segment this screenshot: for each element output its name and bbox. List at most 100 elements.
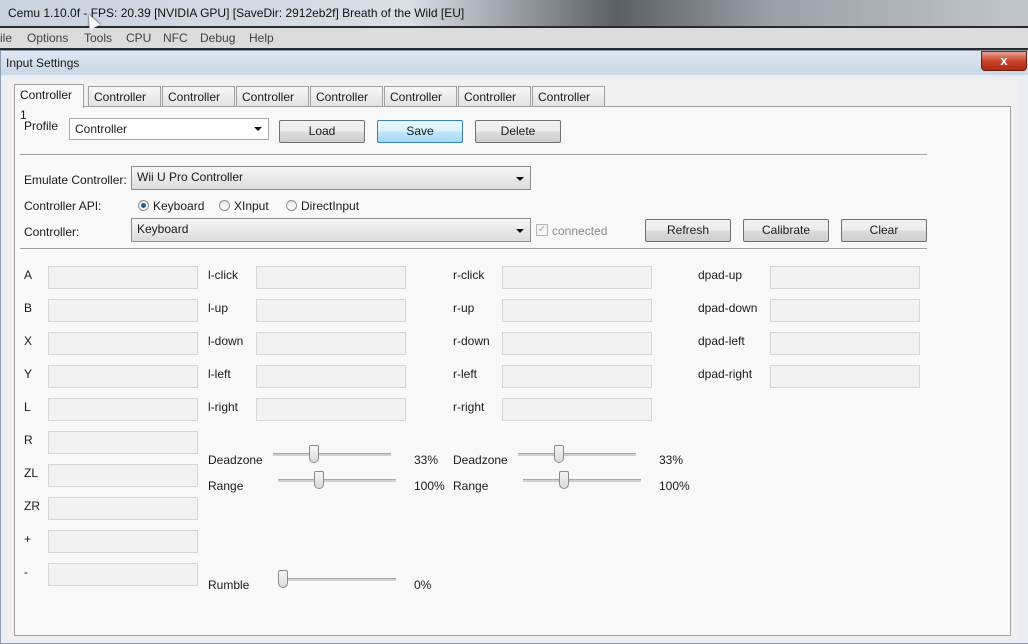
mapping-field-r-right[interactable]	[502, 398, 652, 421]
mapping-field-a[interactable]	[48, 266, 198, 289]
clear-button[interactable]: Clear	[841, 219, 927, 242]
right-range-slider-thumb[interactable]	[559, 471, 569, 489]
mapping-field-zl[interactable]	[48, 464, 198, 487]
menu-nfc[interactable]: NFC	[163, 31, 188, 45]
refresh-button[interactable]: Refresh	[645, 219, 731, 242]
mapping-field-l-up[interactable]	[256, 299, 406, 322]
close-button[interactable]: x	[981, 51, 1027, 71]
label-zl: ZL	[24, 466, 39, 480]
separator	[20, 154, 927, 156]
left-deadzone-slider-track[interactable]	[273, 453, 391, 456]
label-r-down: r-down	[453, 334, 490, 348]
right-range-value: 100%	[659, 479, 690, 493]
label-b: B	[24, 301, 33, 315]
profile-combobox[interactable]: Controller	[69, 118, 269, 140]
mapping-field-r-click[interactable]	[502, 266, 652, 289]
radio-directinput-label[interactable]: DirectInput	[301, 199, 359, 213]
emulate-controller-combobox[interactable]: Wii U Pro Controller	[131, 166, 531, 190]
dialog-panel: Controller 1 Controller 2 Controller 3 C…	[7, 80, 1019, 640]
radio-keyboard-label[interactable]: Keyboard	[153, 199, 204, 213]
left-range-slider-track[interactable]	[278, 479, 396, 482]
tab-controller-6[interactable]: Controller 6	[384, 86, 457, 124]
connected-checkbox: ✓	[536, 224, 548, 236]
rumble-slider-thumb[interactable]	[278, 570, 288, 588]
left-deadzone-slider-thumb[interactable]	[309, 445, 319, 463]
label-l-click: l-click	[208, 268, 238, 282]
mapping-field-dpad-right[interactable]	[770, 365, 920, 388]
radio-xinput-label[interactable]: XInput	[234, 199, 269, 213]
mapping-field-l-right[interactable]	[256, 398, 406, 421]
mapping-field-l-left[interactable]	[256, 365, 406, 388]
label-l-left: l-left	[208, 367, 231, 381]
controller-value: Keyboard	[137, 222, 189, 236]
menu-debug[interactable]: Debug	[200, 31, 235, 45]
label-r-click: r-click	[453, 268, 485, 282]
mapping-field-dpad-left[interactable]	[770, 332, 920, 355]
label-plus: +	[24, 532, 32, 546]
mapping-field-r-down[interactable]	[502, 332, 652, 355]
mapping-field-zr[interactable]	[48, 497, 198, 520]
right-deadzone-label: Deadzone	[453, 453, 508, 467]
mapping-field-l[interactable]	[48, 398, 198, 421]
dialog-title-bar[interactable]: Input Settings x	[1, 51, 1028, 75]
tab-controller-4[interactable]: Controller 4	[236, 86, 309, 124]
label-a: A	[24, 268, 33, 282]
mapping-field-dpad-down[interactable]	[770, 299, 920, 322]
tab-controller-7[interactable]: Controller 7	[458, 86, 531, 124]
right-deadzone-slider-thumb[interactable]	[554, 445, 564, 463]
chevron-down-icon	[516, 177, 524, 181]
rumble-label: Rumble	[208, 578, 250, 592]
controller-label: Controller:	[24, 225, 80, 239]
mapping-field-x[interactable]	[48, 332, 198, 355]
mapping-field-b[interactable]	[48, 299, 198, 322]
app-title: Cemu 1.10.0f - FPS: 20.39 [NVIDIA GPU] […	[8, 6, 465, 20]
radio-keyboard[interactable]	[138, 200, 149, 211]
mapping-field-r-left[interactable]	[502, 365, 652, 388]
mapping-field-minus[interactable]	[48, 563, 198, 586]
left-range-slider-thumb[interactable]	[314, 471, 324, 489]
radio-xinput[interactable]	[219, 200, 230, 211]
chevron-down-icon	[254, 127, 262, 131]
mapping-field-y[interactable]	[48, 365, 198, 388]
mapping-field-l-down[interactable]	[256, 332, 406, 355]
separator	[20, 248, 927, 250]
calibrate-button[interactable]: Calibrate	[743, 219, 829, 242]
rumble-slider-track[interactable]	[278, 578, 396, 581]
tab-controller-3[interactable]: Controller 3	[162, 86, 235, 124]
tab-controller-8[interactable]: Controller 8	[532, 86, 605, 124]
menu-options[interactable]: Options	[27, 31, 68, 45]
save-button[interactable]: Save	[377, 120, 463, 143]
left-deadzone-label: Deadzone	[208, 453, 263, 467]
label-l-down: l-down	[208, 334, 244, 348]
right-deadzone-value: 33%	[659, 453, 684, 467]
mapping-field-r-up[interactable]	[502, 299, 652, 322]
mapping-field-r[interactable]	[48, 431, 198, 454]
menu-help[interactable]: Help	[249, 31, 274, 45]
label-r: R	[24, 433, 33, 447]
label-zr: ZR	[24, 499, 40, 513]
tab-controller-5[interactable]: Controller 5	[310, 86, 383, 124]
mapping-field-l-click[interactable]	[256, 266, 406, 289]
tab-controller-2[interactable]: Controller 2	[88, 86, 161, 124]
label-r-left: r-left	[453, 367, 477, 381]
right-deadzone-slider-track[interactable]	[518, 453, 636, 456]
chevron-down-icon	[516, 229, 524, 233]
menu-cpu[interactable]: CPU	[126, 31, 151, 45]
right-range-slider-track[interactable]	[523, 479, 641, 482]
left-range-label: Range	[208, 479, 244, 493]
delete-button[interactable]: Delete	[475, 120, 561, 143]
app-menu-bar: ile Options Tools CPU NFC Debug Help	[0, 28, 1028, 48]
load-button[interactable]: Load	[279, 120, 365, 143]
mapping-field-plus[interactable]	[48, 530, 198, 553]
controller-api-label: Controller API:	[24, 199, 102, 213]
label-r-up: r-up	[453, 301, 475, 315]
mapping-field-dpad-up[interactable]	[770, 266, 920, 289]
label-r-right: r-right	[453, 400, 485, 414]
controller-combobox[interactable]: Keyboard	[131, 218, 531, 242]
radio-directinput[interactable]	[286, 200, 297, 211]
menu-tools[interactable]: Tools	[84, 31, 112, 45]
emulate-controller-value: Wii U Pro Controller	[137, 170, 244, 184]
menu-file[interactable]: ile	[0, 31, 12, 45]
tab-controller-1[interactable]: Controller 1	[14, 84, 84, 122]
label-dpad-right: dpad-right	[698, 367, 753, 381]
